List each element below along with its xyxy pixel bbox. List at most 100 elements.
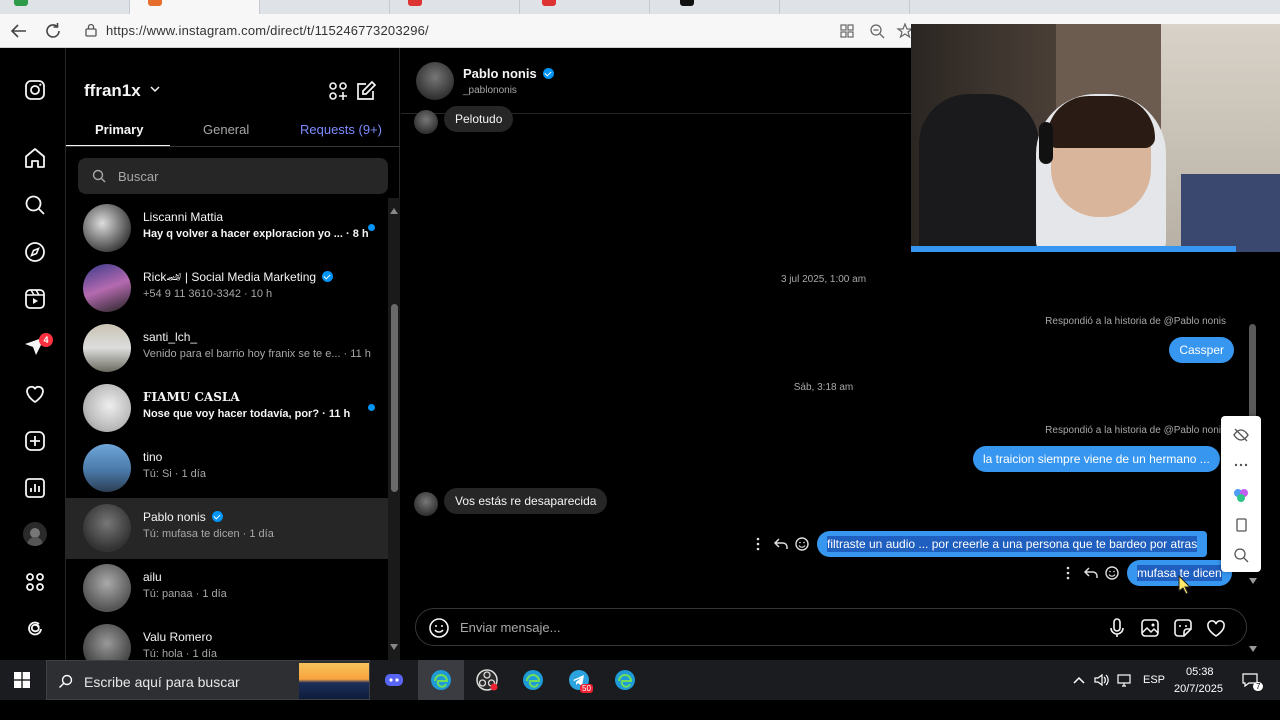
chat-name[interactable]: Pablo nonis bbox=[463, 66, 554, 81]
browser-tab[interactable] bbox=[650, 0, 780, 14]
webcam-chair bbox=[919, 94, 1039, 252]
scroll-up-arrow-icon[interactable] bbox=[390, 208, 398, 214]
inbox-scrollbar[interactable] bbox=[388, 198, 400, 660]
conversation-item[interactable]: Liscanni Mattia Hay q volver a hacer exp… bbox=[66, 198, 388, 259]
story-reply-note: Respondió a la historia de @Pablo nonis bbox=[1045, 425, 1226, 436]
reels-icon[interactable] bbox=[23, 287, 47, 311]
network-icon[interactable] bbox=[1116, 672, 1132, 688]
instagram-logo-icon[interactable] bbox=[23, 78, 47, 102]
conversation-item[interactable]: 𝐅𝐈𝐀𝐌𝐔 𝐂𝐀𝐒𝐋𝐀 Nose que voy hacer todavía, … bbox=[66, 378, 388, 439]
browser-tab[interactable] bbox=[0, 0, 130, 14]
compose-icon[interactable] bbox=[355, 80, 377, 102]
apps-icon[interactable] bbox=[838, 22, 856, 40]
copilot-icon[interactable] bbox=[1232, 486, 1250, 504]
image-icon[interactable] bbox=[1139, 617, 1161, 639]
taskbar: Escribe aquí para buscar 50 ESP 05:38 20… bbox=[0, 660, 1280, 700]
dashboard-icon[interactable] bbox=[23, 476, 47, 500]
browser-tab-active[interactable] bbox=[130, 0, 260, 14]
conversation-item[interactable]: Rick🏎 | Social Media Marketing +54 9 11 … bbox=[66, 258, 388, 319]
message-outgoing[interactable]: la traicion siempre viene de un hermano … bbox=[973, 446, 1220, 472]
message-outgoing[interactable]: filtraste un audio ... por creerle a una… bbox=[817, 531, 1208, 557]
edge-icon[interactable] bbox=[429, 668, 453, 692]
clock-date[interactable]: 20/7/2025 bbox=[1174, 683, 1223, 695]
account-username[interactable]: ffran1x bbox=[84, 81, 161, 101]
conversation-name: Valu Romero bbox=[143, 630, 213, 644]
search-input[interactable]: Buscar bbox=[78, 158, 388, 194]
mouse-cursor-icon bbox=[1178, 575, 1191, 595]
threads-icon[interactable] bbox=[23, 617, 47, 641]
more-horizontal-icon[interactable] bbox=[1232, 456, 1250, 474]
message-incoming[interactable]: Vos estás re desaparecida bbox=[444, 488, 608, 514]
explore-icon[interactable] bbox=[23, 240, 47, 264]
conversation-name: Pablo nonis bbox=[143, 510, 223, 524]
windows-start-icon[interactable] bbox=[14, 672, 30, 688]
notes-grid-icon[interactable] bbox=[328, 81, 348, 101]
hide-icon[interactable] bbox=[1232, 426, 1250, 444]
discord-icon[interactable] bbox=[382, 668, 406, 692]
browser-tab[interactable] bbox=[520, 0, 650, 14]
browser-tab[interactable] bbox=[390, 0, 520, 14]
reply-icon[interactable] bbox=[772, 535, 790, 553]
tab-general[interactable]: General bbox=[203, 122, 249, 137]
chat-avatar[interactable] bbox=[416, 62, 454, 100]
profile-avatar[interactable] bbox=[23, 522, 47, 546]
chat-name-text: Pablo nonis bbox=[463, 66, 537, 81]
url-field[interactable]: https://www.instagram.com/direct/t/11524… bbox=[76, 18, 916, 44]
sticker-icon[interactable] bbox=[1172, 617, 1194, 639]
browser-tab[interactable] bbox=[780, 0, 910, 14]
scroll-down-arrow-icon[interactable] bbox=[1249, 578, 1257, 584]
more-apps-icon[interactable] bbox=[23, 570, 47, 594]
chevron-down-icon bbox=[150, 86, 160, 93]
arrow-left-icon bbox=[10, 24, 26, 38]
more-vertical-icon[interactable] bbox=[754, 535, 762, 553]
heart-icon[interactable] bbox=[1205, 617, 1227, 639]
site-info-icon[interactable] bbox=[84, 23, 98, 37]
home-icon[interactable] bbox=[23, 146, 47, 170]
message-composer[interactable]: Enviar mensaje... bbox=[415, 608, 1247, 646]
search-icon[interactable] bbox=[23, 193, 47, 217]
search-icon[interactable] bbox=[1232, 546, 1250, 564]
edge-profile-icon[interactable] bbox=[613, 668, 637, 692]
webcam-overlay bbox=[911, 24, 1280, 252]
tab-primary[interactable]: Primary bbox=[95, 122, 143, 137]
message-incoming[interactable]: Pelotudo bbox=[444, 106, 514, 132]
date-separator: Sáb, 3:18 am bbox=[793, 382, 854, 393]
conversation-item[interactable]: santi_lch_ Venido para el barrio hoy fra… bbox=[66, 318, 388, 379]
notification-badge: 4 bbox=[39, 333, 53, 347]
browser-tab[interactable] bbox=[260, 0, 390, 14]
message-actions bbox=[1064, 564, 1124, 582]
edge-profile-icon[interactable] bbox=[521, 668, 545, 692]
scrollbar-thumb[interactable] bbox=[391, 304, 398, 492]
volume-icon[interactable] bbox=[1093, 672, 1109, 688]
emoji-icon[interactable] bbox=[1104, 564, 1120, 582]
emoji-icon[interactable] bbox=[428, 617, 450, 639]
heart-icon[interactable] bbox=[23, 382, 47, 406]
conversation-item[interactable]: Valu Romero Tú: hola · 1 día bbox=[66, 618, 388, 660]
reload-button[interactable] bbox=[42, 20, 64, 42]
scroll-down-arrow-icon[interactable] bbox=[390, 644, 398, 650]
avatar bbox=[83, 564, 131, 612]
conversation-item-selected[interactable]: Pablo nonis Tú: mufasa te dicen · 1 día bbox=[66, 498, 388, 559]
webcam-border bbox=[911, 246, 1236, 252]
zoom-icon[interactable] bbox=[868, 22, 886, 40]
message-outgoing[interactable]: Cassper bbox=[1169, 337, 1234, 363]
chevron-up-icon[interactable] bbox=[1072, 674, 1086, 686]
microphone-icon[interactable] bbox=[1106, 617, 1128, 639]
sender-avatar bbox=[414, 110, 438, 134]
language-indicator[interactable]: ESP bbox=[1143, 674, 1165, 686]
conversation-item[interactable]: tino Tú: Si · 1 día bbox=[66, 438, 388, 499]
conversation-item[interactable]: ailu Tú: panaa · 1 día bbox=[66, 558, 388, 619]
back-button[interactable] bbox=[8, 20, 30, 42]
copy-icon[interactable] bbox=[1232, 516, 1250, 534]
active-tab-indicator bbox=[66, 145, 170, 146]
conversation-preview: Tú: mufasa te dicen · 1 día bbox=[143, 528, 274, 540]
tab-requests[interactable]: Requests (9+) bbox=[300, 122, 382, 137]
scroll-down-arrow-icon[interactable] bbox=[1249, 646, 1257, 652]
create-icon[interactable] bbox=[23, 429, 47, 453]
obs-icon[interactable] bbox=[475, 668, 499, 692]
taskbar-search-input[interactable]: Escribe aquí para buscar bbox=[46, 660, 370, 700]
emoji-icon[interactable] bbox=[794, 535, 810, 553]
more-vertical-icon[interactable] bbox=[1064, 564, 1072, 582]
reply-icon[interactable] bbox=[1082, 564, 1100, 582]
clock-time[interactable]: 05:38 bbox=[1186, 666, 1214, 678]
